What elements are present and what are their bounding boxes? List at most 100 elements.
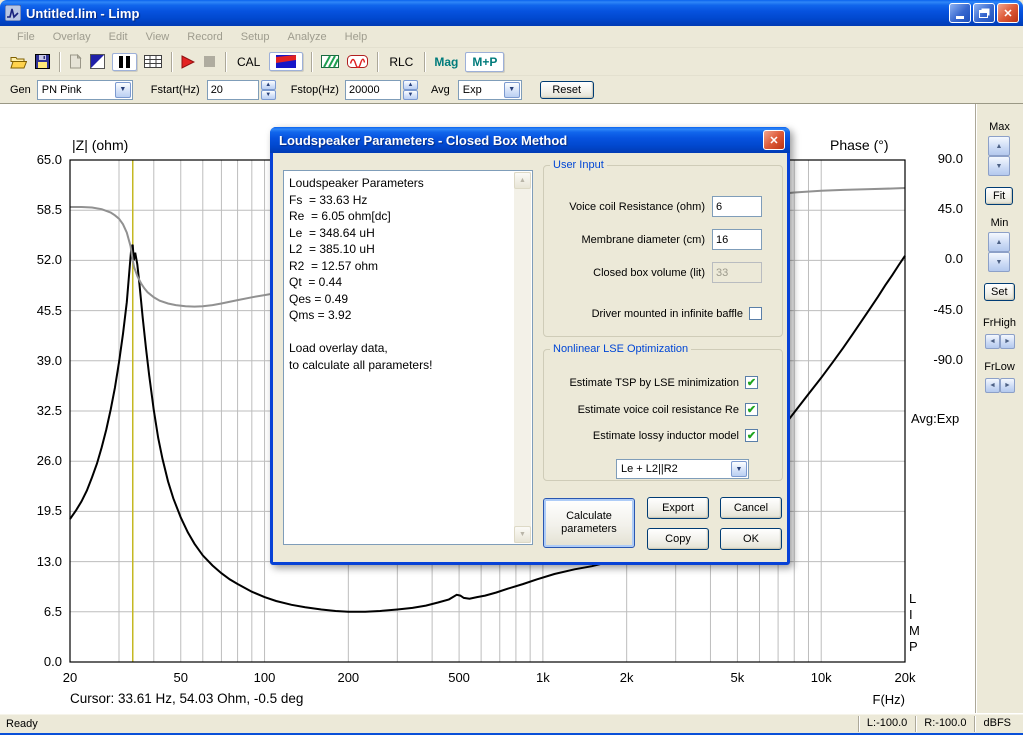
gen-select[interactable]: PN Pink ▼ [36, 79, 133, 100]
fstop-spinner[interactable]: ▲ ▼ [402, 79, 418, 100]
min-spinner[interactable]: ▲ ▼ [988, 232, 1010, 272]
fstart-input[interactable] [206, 79, 259, 100]
dialog-close-button[interactable]: ✕ [763, 130, 785, 150]
inductor-model-select[interactable]: Le + L2||R2 ▼ [616, 459, 749, 479]
set-button[interactable]: Set [984, 283, 1015, 301]
overlay-button[interactable] [317, 50, 343, 74]
status-bar: Ready L:-100.0 R:-100.0 dBFS [0, 713, 1023, 733]
dialog-titlebar[interactable]: Loudspeaker Parameters - Closed Box Meth… [270, 127, 790, 153]
spin-left-icon[interactable]: ◄ [985, 334, 1000, 349]
reset-button[interactable]: Reset [539, 80, 594, 99]
axis-tick-label: 50 [173, 670, 188, 685]
minimize-button[interactable] [949, 3, 971, 23]
menu-item-view[interactable]: View [137, 28, 179, 46]
background-color-button[interactable] [86, 50, 109, 74]
calculate-parameters-button[interactable]: Calculate parameters [543, 498, 635, 548]
open-file-button[interactable] [6, 50, 31, 74]
axis-tick-label: 5k [730, 670, 745, 685]
restore-button[interactable] [973, 3, 995, 23]
pause-button[interactable] [112, 52, 137, 71]
membrane-diameter-input[interactable] [712, 229, 762, 250]
menu-item-overlay[interactable]: Overlay [44, 28, 100, 46]
voice-coil-resistance-label: Voice coil Resistance (ohm) [569, 200, 705, 213]
frlow-spinner[interactable]: ◄ ► [985, 378, 1015, 393]
fstop-input[interactable] [344, 79, 401, 100]
chevron-down-icon[interactable]: ▼ [114, 81, 131, 98]
axis-tick-label: 19.5 [36, 503, 62, 519]
spin-up-icon[interactable]: ▲ [988, 136, 1010, 156]
estimate-tsp-checkbox[interactable] [745, 376, 758, 389]
lse-group-title: Nonlinear LSE Optimization [553, 343, 689, 355]
menu-item-help[interactable]: Help [336, 28, 377, 46]
toolbar-separator [311, 51, 313, 72]
rlc-button[interactable]: RLC [383, 50, 419, 74]
channel-mode-button[interactable] [269, 52, 304, 71]
record-start-button[interactable] [177, 50, 199, 74]
results-scrollbar[interactable]: ▲ ▼ [514, 172, 531, 543]
max-spinner[interactable]: ▲ ▼ [988, 136, 1010, 176]
spin-down-icon[interactable]: ▼ [988, 156, 1010, 176]
scroll-down-icon[interactable]: ▼ [514, 526, 531, 543]
table-view-button[interactable] [140, 50, 166, 74]
magnitude-view-button[interactable]: Mag [430, 50, 462, 74]
menu-item-setup[interactable]: Setup [232, 28, 279, 46]
copy-button[interactable]: Copy [647, 528, 709, 550]
close-button[interactable]: ✕ [997, 3, 1019, 23]
stop-icon [204, 56, 215, 67]
menu-item-analyze[interactable]: Analyze [278, 28, 335, 46]
spin-down-icon[interactable]: ▼ [260, 89, 276, 100]
fstart-label: Fstart(Hz) [150, 83, 200, 96]
estimate-inductor-checkbox[interactable] [745, 429, 758, 442]
voice-coil-resistance-input[interactable] [712, 196, 762, 217]
scroll-up-icon[interactable]: ▲ [514, 172, 531, 189]
spin-right-icon[interactable]: ► [1000, 378, 1015, 393]
axis-tick-label: 90.0 [937, 151, 963, 166]
frhigh-label: FrHigh [982, 317, 1016, 329]
toolbar-separator [171, 51, 172, 72]
record-stop-button[interactable] [199, 50, 220, 74]
spin-up-icon[interactable]: ▲ [988, 232, 1010, 252]
spin-down-icon[interactable]: ▼ [402, 89, 418, 100]
spin-up-icon[interactable]: ▲ [260, 79, 276, 90]
frhigh-spinner[interactable]: ◄ ► [985, 334, 1015, 349]
axis-tick-label: -90.0 [933, 351, 963, 367]
closed-box-volume-input[interactable] [712, 262, 762, 283]
save-button[interactable] [31, 50, 54, 74]
menu-item-file[interactable]: File [8, 28, 44, 46]
avg-value: Exp [462, 83, 482, 96]
fstart-spinner[interactable]: ▲ ▼ [260, 79, 276, 100]
app-icon [4, 4, 22, 22]
infinite-baffle-checkbox[interactable] [749, 307, 762, 320]
fit-button[interactable]: Fit [985, 187, 1014, 205]
estimate-inductor-label: Estimate lossy inductor model [592, 429, 739, 442]
chevron-down-icon[interactable]: ▼ [731, 461, 747, 477]
copy-button[interactable] [65, 50, 86, 74]
spin-down-icon[interactable]: ▼ [988, 252, 1010, 272]
menu-item-record[interactable]: Record [178, 28, 231, 46]
y-axis-title-phase: Phase (°) [830, 137, 889, 153]
status-right-level: R:-100.0 [915, 715, 974, 732]
spin-left-icon[interactable]: ◄ [985, 378, 1000, 393]
titlebar[interactable]: Untitled.lim - Limp ✕ [0, 0, 1023, 26]
dual-channel-icon [276, 55, 297, 68]
ok-button[interactable]: OK [720, 528, 782, 550]
cancel-button[interactable]: Cancel [720, 497, 782, 519]
magnitude-phase-view-button[interactable]: M+P [465, 51, 505, 72]
estimate-re-checkbox[interactable] [745, 403, 758, 416]
user-input-group: User Input Voice coil Resistance (ohm) M… [543, 159, 783, 337]
signal-generator-button[interactable] [343, 50, 372, 74]
calibrate-button[interactable]: CAL [231, 50, 266, 74]
export-button[interactable]: Export [647, 497, 709, 519]
spin-right-icon[interactable]: ► [1000, 334, 1015, 349]
spin-up-icon[interactable]: ▲ [402, 79, 418, 90]
document-icon [70, 54, 82, 69]
avg-select[interactable]: Exp ▼ [457, 79, 522, 100]
status-levels: L:-100.0 R:-100.0 dBFS [857, 715, 1019, 732]
menu-item-edit[interactable]: Edit [100, 28, 137, 46]
chevron-down-icon[interactable]: ▼ [503, 81, 520, 98]
status-unit: dBFS [974, 715, 1019, 732]
parameters-results-panel[interactable]: Loudspeaker Parameters Fs = 33.63 Hz Re … [283, 170, 533, 545]
user-input-group-title: User Input [553, 159, 604, 171]
pen-color-icon [90, 54, 105, 69]
axis-tick-label: 20k [894, 670, 916, 685]
